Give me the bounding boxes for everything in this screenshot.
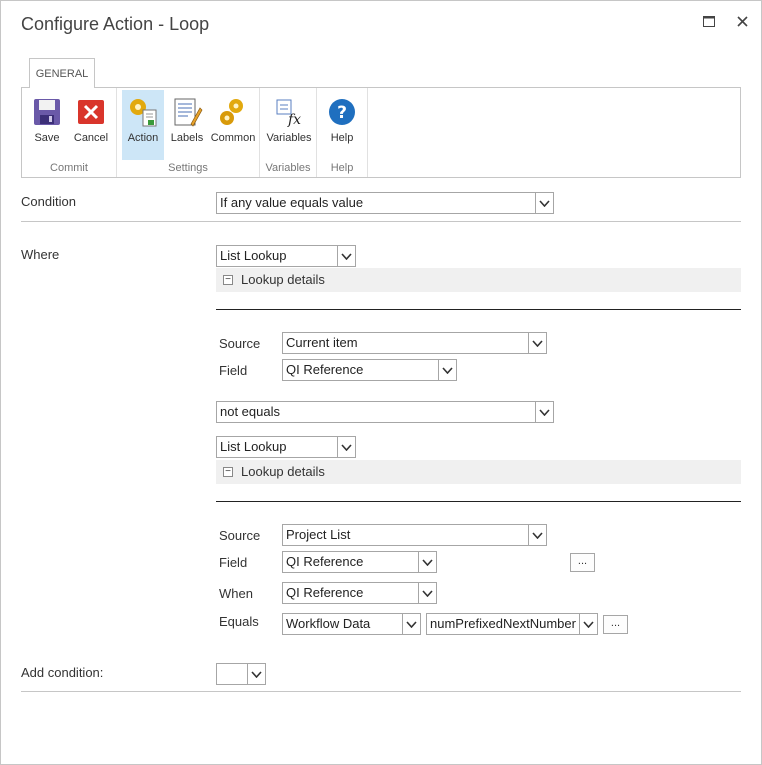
- common-button[interactable]: Common: [210, 90, 256, 160]
- chevron-down-icon: [247, 664, 265, 684]
- equals-picker-button[interactable]: ...: [603, 615, 628, 634]
- divider: [216, 501, 741, 502]
- collapse-icon[interactable]: −: [223, 467, 233, 477]
- common-gears-icon: [220, 99, 243, 125]
- ribbon-group-help: ? Help Help: [317, 88, 368, 177]
- chevron-down-icon: [535, 402, 553, 422]
- dialog-title: Configure Action - Loop: [21, 14, 210, 34]
- condition-label: Condition: [21, 194, 76, 209]
- chevron-down-icon: [438, 360, 456, 380]
- add-condition-select[interactable]: [216, 663, 266, 685]
- maximize-icon[interactable]: [698, 10, 720, 32]
- field-picker-button[interactable]: ...: [570, 553, 595, 572]
- left-lookup-details: − Lookup details: [216, 268, 741, 292]
- operator-select[interactable]: not equals: [216, 401, 554, 423]
- chevron-down-icon: [337, 246, 355, 266]
- right-source-select[interactable]: Project List: [282, 524, 547, 546]
- equals-label: Equals: [219, 614, 259, 629]
- right-source-label: Source: [219, 528, 261, 543]
- right-type-select[interactable]: List Lookup: [216, 436, 356, 458]
- group-label-commit: Commit: [50, 162, 88, 174]
- equals-value-select[interactable]: numPrefixedNextNumber: [426, 613, 598, 635]
- variables-fx-icon: fx: [276, 99, 301, 128]
- action-button[interactable]: Action: [122, 90, 164, 160]
- group-label-help: Help: [330, 162, 354, 174]
- group-label-settings: Settings: [168, 162, 208, 174]
- left-field-label: Field: [219, 363, 248, 378]
- add-condition-label: Add condition:: [21, 665, 104, 680]
- when-label: When: [219, 586, 253, 601]
- chevron-down-icon: [402, 614, 420, 634]
- chevron-down-icon: [418, 583, 436, 603]
- divider: [216, 309, 741, 310]
- left-source-label: Source: [219, 336, 261, 351]
- ribbon: Save Cancel Commit Action Labels Common …: [21, 87, 741, 178]
- group-label-variables: Variables: [265, 162, 311, 174]
- save-button[interactable]: Save: [26, 90, 68, 160]
- svg-text:fx: fx: [287, 112, 301, 128]
- help-icon: ?: [329, 99, 355, 125]
- close-icon[interactable]: [731, 10, 753, 32]
- condition-select[interactable]: If any value equals value: [216, 192, 554, 214]
- left-type-select[interactable]: List Lookup: [216, 245, 356, 267]
- cancel-icon: [78, 100, 104, 124]
- chevron-down-icon: [418, 552, 436, 572]
- chevron-down-icon: [535, 193, 553, 213]
- cancel-button[interactable]: Cancel: [70, 90, 112, 160]
- save-icon: [34, 99, 60, 125]
- left-source-select[interactable]: Current item: [282, 332, 547, 354]
- left-field-select[interactable]: QI Reference: [282, 359, 457, 381]
- equals-source-select[interactable]: Workflow Data: [282, 613, 421, 635]
- right-lookup-details: − Lookup details: [216, 460, 741, 484]
- right-field-label: Field: [219, 555, 248, 570]
- divider: [21, 691, 741, 692]
- ribbon-group-settings: Action Labels Common Settings: [117, 88, 260, 177]
- labels-icon: [174, 98, 203, 127]
- where-label: Where: [21, 247, 60, 262]
- tab-general[interactable]: GENERAL: [29, 58, 95, 88]
- labels-button[interactable]: Labels: [166, 90, 208, 160]
- variables-button[interactable]: fx Variables: [264, 90, 314, 160]
- chevron-down-icon: [528, 333, 546, 353]
- ribbon-group-variables: fx Variables Variables: [260, 88, 317, 177]
- chevron-down-icon: [337, 437, 355, 457]
- divider: [21, 221, 741, 222]
- ribbon-group-commit: Save Cancel Commit: [22, 88, 117, 177]
- right-field-select[interactable]: QI Reference: [282, 551, 437, 573]
- chevron-down-icon: [528, 525, 546, 545]
- collapse-icon[interactable]: −: [223, 275, 233, 285]
- help-button[interactable]: ? Help: [321, 90, 363, 160]
- when-select[interactable]: QI Reference: [282, 582, 437, 604]
- chevron-down-icon: [579, 614, 597, 634]
- svg-text:?: ?: [337, 103, 347, 123]
- action-gear-icon: [130, 99, 157, 127]
